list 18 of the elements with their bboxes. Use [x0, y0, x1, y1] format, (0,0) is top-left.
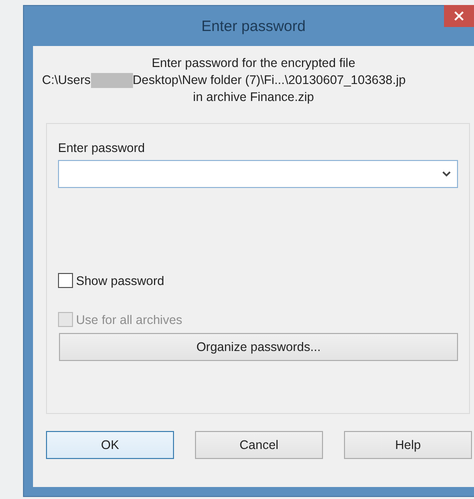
message-text: Enter password for the encrypted file	[152, 55, 356, 72]
field-label: Enter password	[58, 140, 146, 156]
dialog-button[interactable]: Help	[344, 431, 472, 459]
dialog-button[interactable]: OK	[46, 431, 174, 459]
chevron-down-icon	[442, 171, 451, 177]
close-button[interactable]	[444, 5, 474, 27]
password-field[interactable]	[58, 160, 458, 188]
dialog-button[interactable]: Cancel	[195, 431, 323, 459]
path-text: C:\Users	[42, 72, 91, 89]
checkbox-label: Use for all archives	[76, 312, 182, 326]
path-text: Desktop\New folder (7)\Fi...\20130607_103638.jp	[132, 72, 406, 89]
checkbox-label: Show password	[76, 274, 164, 288]
window-title: Enter password	[201, 18, 306, 34]
close-icon	[454, 11, 464, 21]
organize-passwords-button[interactable]: Organize passwords...	[59, 333, 458, 361]
archive-text: in archive Finance.zip	[193, 89, 314, 106]
checkbox[interactable]	[58, 273, 73, 288]
redaction-mark	[90, 73, 133, 88]
